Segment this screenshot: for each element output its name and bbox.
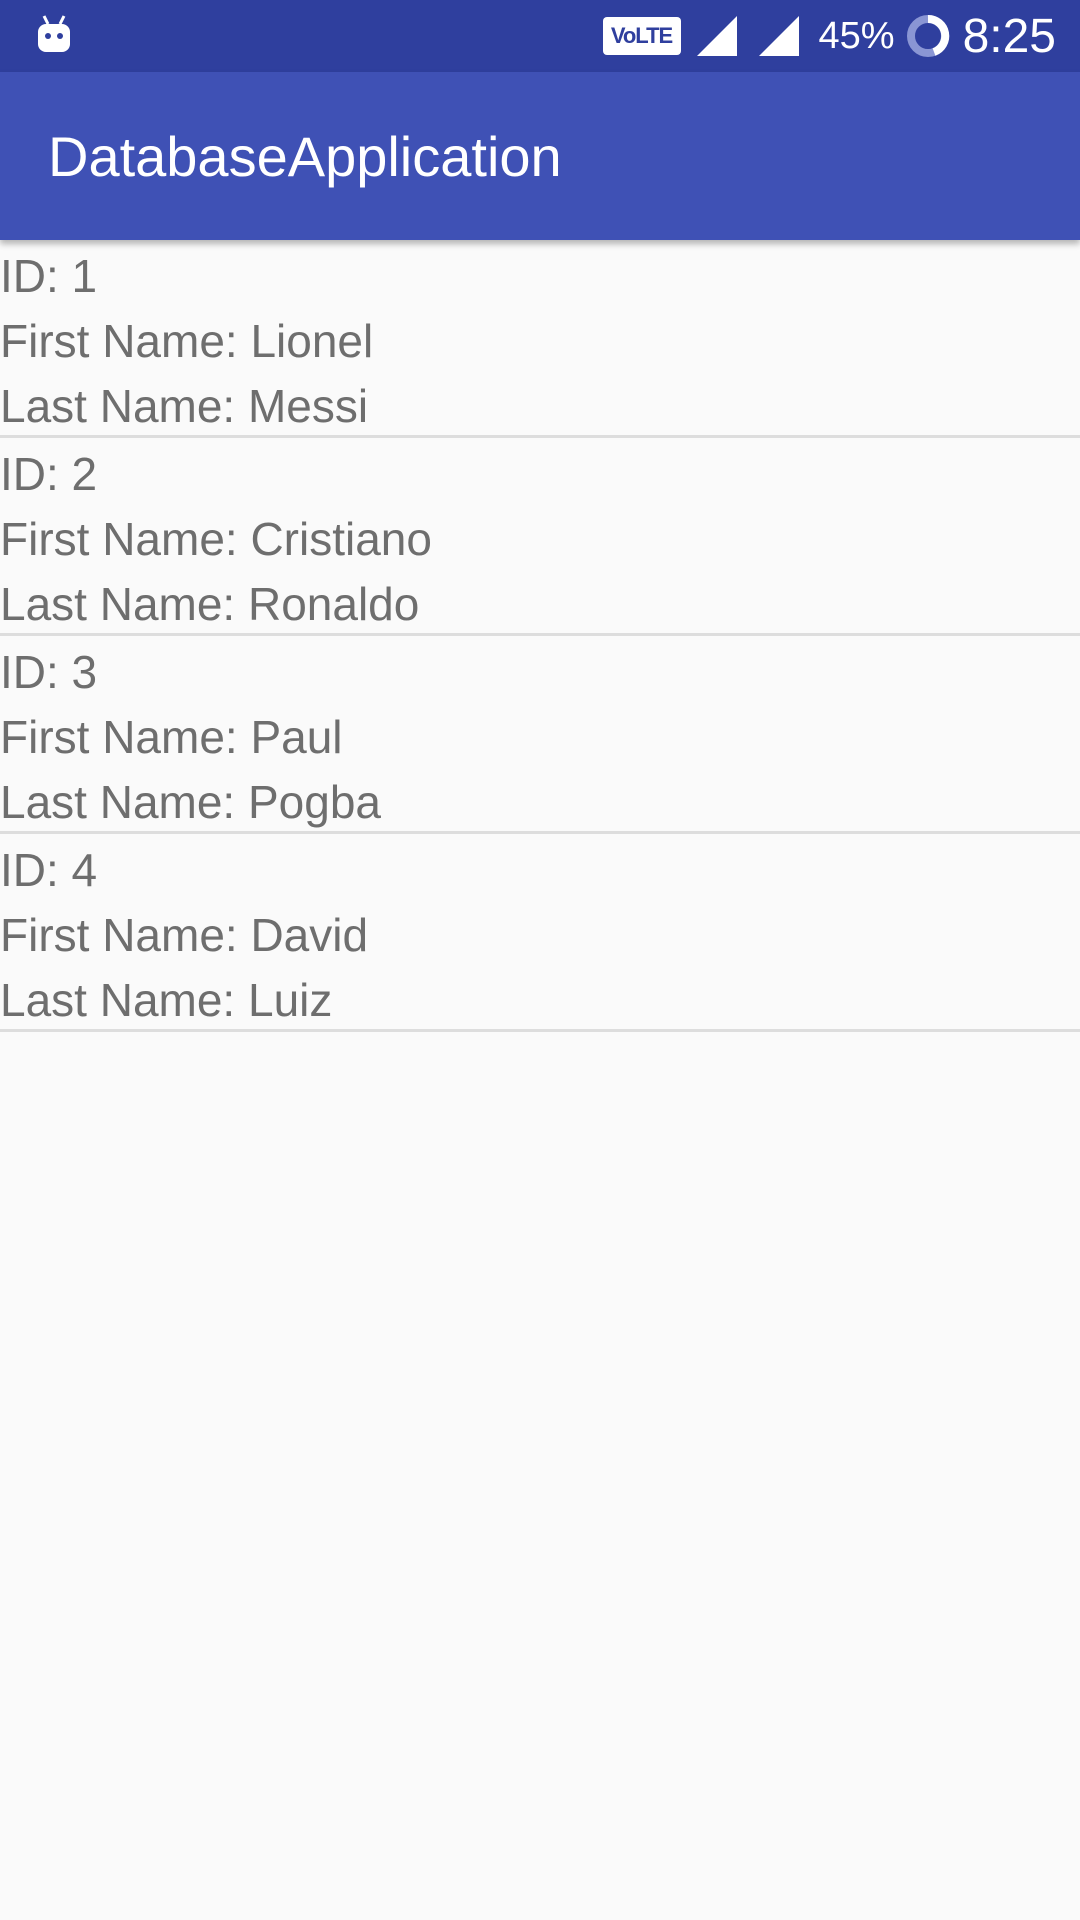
record-first-name: First Name: David — [0, 909, 369, 961]
list-item[interactable]: ID: 4 First Name: David Last Name: Luiz — [0, 834, 1080, 1032]
record-last-name: Last Name: Luiz — [0, 974, 333, 1026]
signal-icon — [696, 16, 737, 56]
record-id: ID: 1 — [0, 250, 98, 302]
record-first-name: First Name: Paul — [0, 711, 343, 763]
record-last-name: Last Name: Pogba — [0, 776, 382, 828]
volte-badge: VoLTE — [602, 17, 681, 55]
list-item[interactable]: ID: 2 First Name: Cristiano Last Name: R… — [0, 438, 1080, 636]
app-title: DatabaseApplication — [48, 125, 562, 188]
record-first-name: First Name: Lionel — [0, 315, 374, 367]
list-item[interactable]: ID: 1 First Name: Lionel Last Name: Mess… — [0, 240, 1080, 438]
status-icons: VoLTE 45% 8:25 — [602, 0, 1056, 72]
record-last-name: Last Name: Messi — [0, 380, 369, 432]
record-list: ID: 1 First Name: Lionel Last Name: Mess… — [0, 240, 1080, 1032]
app-bar: DatabaseApplication — [0, 72, 1080, 240]
record-first-name: First Name: Cristiano — [0, 513, 432, 565]
battery-icon — [906, 14, 949, 57]
record-last-name: Last Name: Ronaldo — [0, 578, 420, 630]
record-id: ID: 4 — [0, 844, 98, 896]
clock: 8:25 — [962, 9, 1056, 63]
list-item[interactable]: ID: 3 First Name: Paul Last Name: Pogba — [0, 636, 1080, 834]
status-bar: VoLTE 45% 8:25 — [0, 0, 1080, 72]
record-id: ID: 2 — [0, 448, 98, 500]
android-debug-icon — [38, 15, 70, 52]
battery-percent: 45% — [818, 14, 895, 57]
signal-icon-2 — [758, 16, 799, 56]
record-id: ID: 3 — [0, 646, 98, 698]
